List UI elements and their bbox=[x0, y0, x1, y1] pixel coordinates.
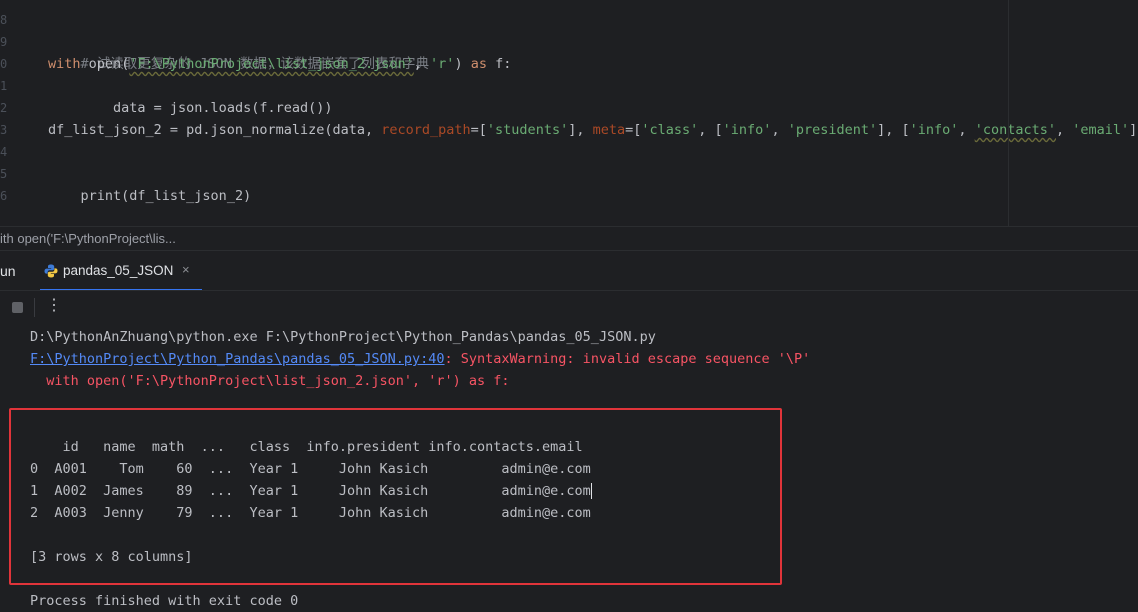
email-string: 'email' bbox=[1072, 122, 1130, 138]
open-call: open( bbox=[80, 56, 130, 72]
df-assignment: df_list_json_2 = pd.json_normalize(data, bbox=[48, 122, 382, 138]
class-string: 'class' bbox=[641, 122, 699, 138]
run-tool-label[interactable]: un bbox=[0, 263, 16, 279]
comma: , bbox=[958, 122, 975, 138]
file-var: f: bbox=[495, 56, 512, 72]
python-icon bbox=[44, 264, 58, 278]
comma: , bbox=[771, 122, 788, 138]
comma-bracket: , [ bbox=[698, 122, 723, 138]
comma: , bbox=[413, 56, 431, 72]
line-number: 4 bbox=[0, 145, 8, 159]
close-bracket: ], bbox=[568, 122, 593, 138]
contacts-string: 'contacts' bbox=[974, 122, 1056, 138]
stop-icon[interactable] bbox=[12, 302, 23, 313]
code-line-comment[interactable]: # 试读取更复杂的 JSON 数据，该数据嵌套了列表和字典 bbox=[48, 31, 430, 72]
line-number: 2 bbox=[0, 101, 8, 115]
more-options-icon[interactable]: ⋮ bbox=[46, 295, 62, 315]
line-number: 3 bbox=[0, 123, 8, 137]
line-number: 6 bbox=[0, 189, 8, 203]
run-tool-window-header: un pandas_05_JSON × bbox=[0, 250, 1138, 291]
keyword-with: with bbox=[48, 56, 81, 72]
president-string: 'president' bbox=[787, 122, 878, 138]
close-brackets: ]]) bbox=[1129, 122, 1138, 138]
equals-bracket: =[ bbox=[470, 122, 487, 138]
line-number: 5 bbox=[0, 167, 8, 181]
info-string: 'info' bbox=[909, 122, 959, 138]
close-paren: ) bbox=[454, 56, 463, 72]
tab-pandas-05-json[interactable]: pandas_05_JSON × bbox=[40, 251, 202, 291]
warning-file-link[interactable]: F:\PythonProject\Python_Pandas\pandas_05… bbox=[30, 351, 445, 367]
toolbar-divider bbox=[34, 298, 35, 317]
line-number-gutter: 8 9 0 1 2 3 4 5 6 bbox=[0, 0, 14, 226]
console-command-line: D:\PythonAnZhuang\python.exe F:\PythonPr… bbox=[30, 329, 656, 345]
meta-param: meta bbox=[592, 122, 626, 138]
keyword-as: as bbox=[462, 56, 496, 72]
right-margin-guide bbox=[1008, 0, 1009, 226]
bracket-comma: ], [ bbox=[877, 122, 910, 138]
line-number: 1 bbox=[0, 79, 8, 93]
info-string: 'info' bbox=[722, 122, 772, 138]
data-assignment: data = json.loads(f.read()) bbox=[80, 100, 333, 116]
console-warning-source: with open('F:\PythonProject\list_json_2.… bbox=[30, 373, 510, 389]
comma: , bbox=[1055, 122, 1073, 138]
equals-bracket: =[ bbox=[625, 122, 642, 138]
code-line-with-open[interactable]: with open('F:\PythonProject\list_json_2.… bbox=[48, 53, 511, 75]
code-line-print[interactable]: print(df_list_json_2) bbox=[48, 163, 252, 204]
code-editor[interactable]: 8 9 0 1 2 3 4 5 6 # 试读取更复杂的 JSON 数据，该数据嵌… bbox=[0, 0, 1138, 226]
code-line-data[interactable]: data = json.loads(f.read()) bbox=[48, 75, 332, 116]
students-string: 'students' bbox=[486, 122, 569, 138]
tab-label: pandas_05_JSON bbox=[63, 263, 174, 278]
warning-message: : SyntaxWarning: invalid escape sequence… bbox=[444, 351, 811, 367]
line-number: 9 bbox=[0, 35, 8, 49]
close-icon[interactable]: × bbox=[182, 262, 190, 277]
breadcrumb[interactable]: ith open('F:\PythonProject\lis... bbox=[0, 226, 1138, 251]
highlight-annotation-box bbox=[9, 408, 782, 585]
code-line-normalize[interactable]: df_list_json_2 = pd.json_normalize(data,… bbox=[48, 119, 1138, 141]
mode-string: 'r' bbox=[430, 56, 455, 72]
console-toolbar: ⋮ bbox=[0, 290, 1138, 323]
print-call: print(df_list_json_2) bbox=[80, 188, 252, 204]
path-string: 'F:\PythonProject\list_json_2.json' bbox=[129, 56, 414, 72]
line-number: 0 bbox=[0, 57, 8, 71]
console-warning-line: F:\PythonProject\Python_Pandas\pandas_05… bbox=[30, 348, 810, 370]
line-number: 8 bbox=[0, 13, 8, 27]
record-path-param: record_path bbox=[381, 122, 471, 138]
